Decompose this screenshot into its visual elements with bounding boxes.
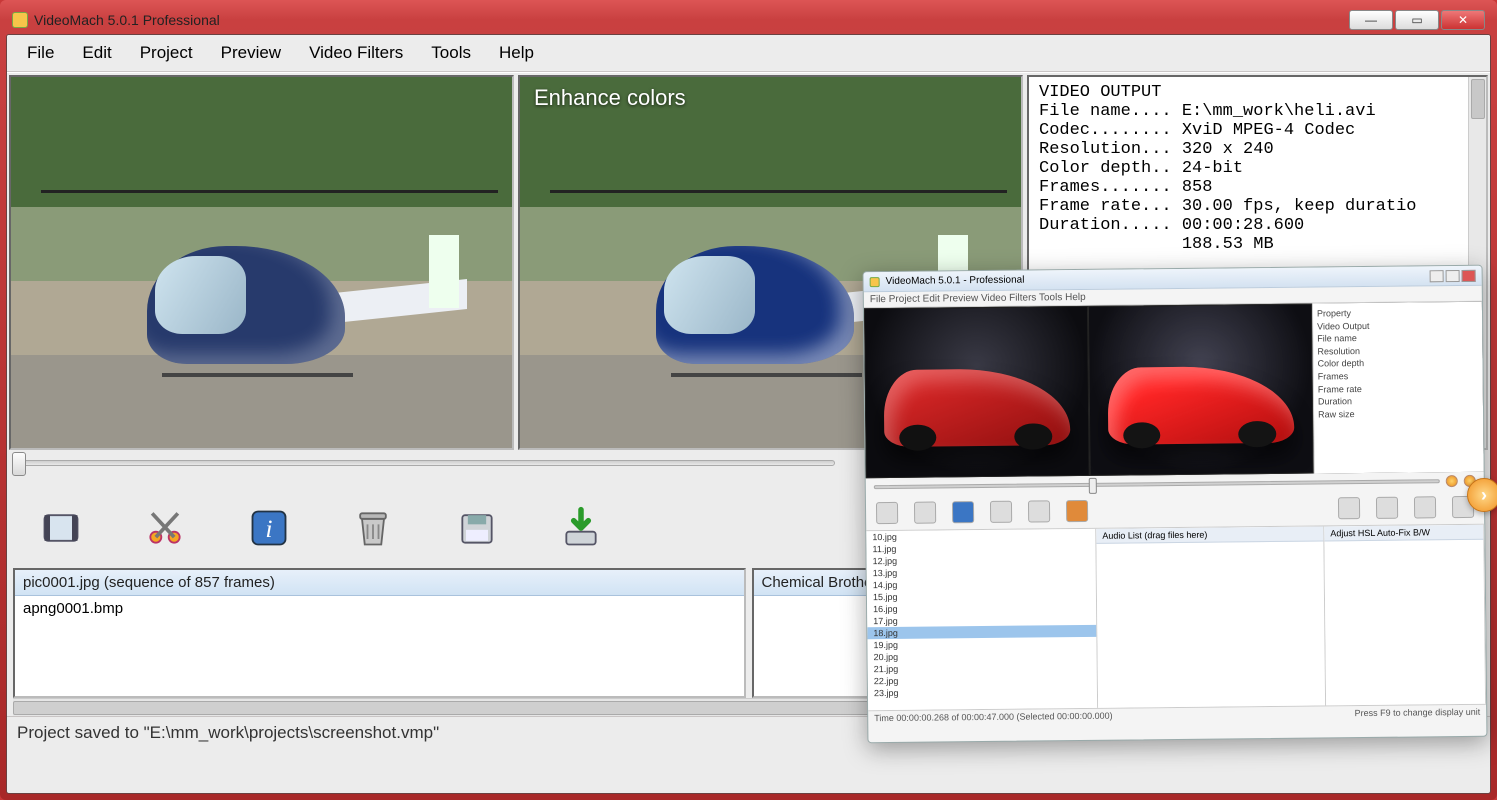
- menu-edit[interactable]: Edit: [70, 39, 123, 67]
- tool-save[interactable]: [449, 500, 505, 556]
- menubar: File Edit Project Preview Video Filters …: [7, 35, 1490, 72]
- inset-preview-left: [864, 306, 1090, 478]
- next-arrow-button[interactable]: ›: [1467, 478, 1497, 512]
- video-list-header[interactable]: pic0001.jpg (sequence of 857 frames): [15, 570, 744, 596]
- tool-info[interactable]: i: [241, 500, 297, 556]
- menu-project[interactable]: Project: [128, 39, 205, 67]
- timeline-handle[interactable]: [12, 452, 26, 476]
- info-icon: i: [247, 506, 291, 550]
- output-codec: XviD MPEG-4 Codec: [1182, 121, 1355, 140]
- output-resolution: 320 x 240: [1182, 140, 1274, 159]
- svg-text:i: i: [265, 514, 272, 543]
- inset-file-list[interactable]: 10.jpg11.jpg12.jpg13.jpg14.jpg15.jpg16.j…: [866, 529, 1098, 710]
- inset-slider[interactable]: [874, 479, 1440, 489]
- output-depth: 24-bit: [1182, 159, 1243, 178]
- info-icon[interactable]: [952, 501, 974, 523]
- disk-icon[interactable]: [1028, 500, 1050, 522]
- menu-video-filters[interactable]: Video Filters: [297, 39, 415, 67]
- inset-status-left: Time 00:00:00.268 of 00:00:47.000 (Selec…: [874, 711, 1112, 723]
- inset-status-right: Press F9 to change display unit: [1355, 707, 1481, 718]
- output-framerate: 30.00 fps, keep duratio: [1182, 197, 1417, 216]
- inset-property-panel: PropertyVideo OutputFile nameResolutionC…: [1312, 302, 1484, 474]
- titlebar[interactable]: VideoMach 5.0.1 Professional — ▭ ✕: [6, 6, 1491, 34]
- tool-delete[interactable]: [345, 500, 401, 556]
- output-frames: 858: [1182, 178, 1213, 197]
- tool-cut[interactable]: [137, 500, 193, 556]
- window-title: VideoMach 5.0.1 Professional: [34, 12, 220, 28]
- cut-icon[interactable]: [1376, 497, 1398, 519]
- inset-screenshot: VideoMach 5.0.1 - Professional File Proj…: [863, 265, 1488, 743]
- menu-file[interactable]: File: [15, 39, 66, 67]
- trash-icon[interactable]: [990, 501, 1012, 523]
- inset-extra-panel: Adjust HSL Auto-Fix B/W: [1324, 525, 1486, 706]
- refresh-icon[interactable]: [1066, 500, 1088, 522]
- output-filename: E:\mm_work\heli.avi: [1182, 102, 1376, 121]
- inset-audio-header: Audio List (drag files here): [1096, 526, 1323, 543]
- link-icon[interactable]: [1414, 496, 1436, 518]
- app-icon: [12, 12, 28, 28]
- inset-nav-orb[interactable]: [1446, 475, 1458, 487]
- film-icon[interactable]: [876, 502, 898, 524]
- output-size: 188.53 MB: [1182, 235, 1274, 254]
- maximize-button[interactable]: ▭: [1395, 10, 1439, 30]
- trash-icon: [351, 506, 395, 550]
- inset-title: VideoMach 5.0.1 - Professional: [886, 275, 1025, 287]
- app-icon: [870, 277, 880, 287]
- film-icon: [39, 506, 83, 550]
- output-duration: 00:00:28.600: [1182, 216, 1304, 235]
- scissors-icon: [143, 506, 187, 550]
- close-button[interactable]: ✕: [1441, 10, 1485, 30]
- tool-open-film[interactable]: [33, 500, 89, 556]
- status-text: Project saved to "E:\mm_work\projects\sc…: [17, 723, 439, 742]
- inset-previews: PropertyVideo OutputFile nameResolutionC…: [864, 302, 1484, 478]
- scissors-icon[interactable]: [914, 502, 936, 524]
- inset-lists: 10.jpg11.jpg12.jpg13.jpg14.jpg15.jpg16.j…: [866, 524, 1486, 710]
- disk-icon: [455, 506, 499, 550]
- output-heading: VIDEO OUTPUT: [1039, 83, 1161, 102]
- menu-help[interactable]: Help: [487, 39, 546, 67]
- inset-preview-right: [1088, 304, 1314, 476]
- inset-audio-list[interactable]: Audio List (drag files here): [1096, 526, 1326, 707]
- video-list[interactable]: pic0001.jpg (sequence of 857 frames) apn…: [13, 568, 746, 698]
- window-controls: — ▭ ✕: [1349, 10, 1485, 30]
- minimize-button[interactable]: —: [1349, 10, 1393, 30]
- tool-export[interactable]: [553, 500, 609, 556]
- timeline-slider[interactable]: [15, 460, 835, 466]
- open-icon[interactable]: [1338, 497, 1360, 519]
- inset-slider-handle[interactable]: [1089, 478, 1097, 494]
- preview-original[interactable]: [9, 75, 514, 450]
- menu-preview[interactable]: Preview: [209, 39, 293, 67]
- inset-file-row[interactable]: 23.jpg: [868, 685, 1097, 699]
- video-list-item[interactable]: apng0001.bmp: [15, 596, 744, 621]
- enhance-label: Enhance colors: [534, 85, 686, 111]
- menu-tools[interactable]: Tools: [419, 39, 483, 67]
- download-icon: [559, 506, 603, 550]
